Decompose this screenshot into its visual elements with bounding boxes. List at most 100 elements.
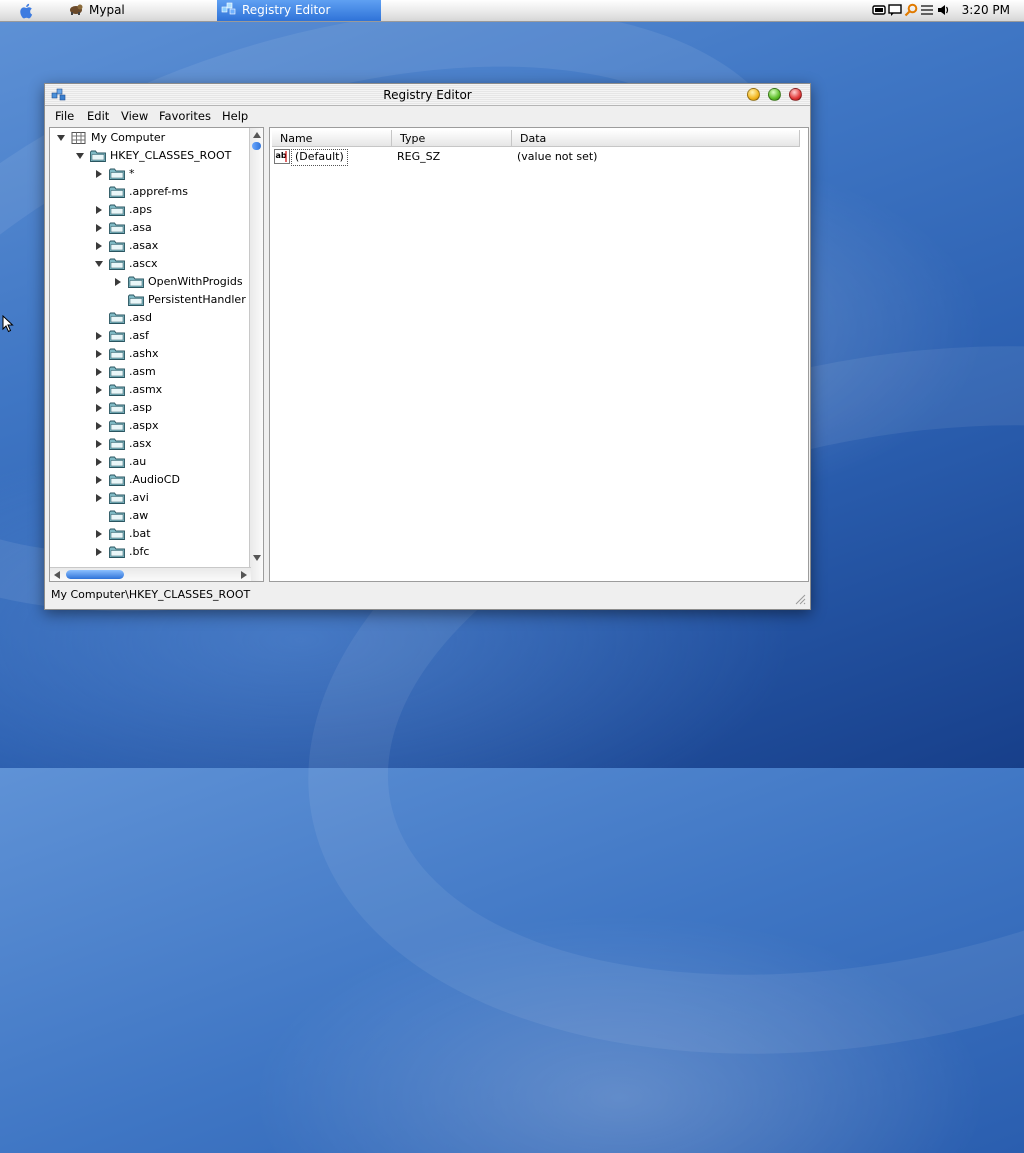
tree-item[interactable]: HKEY_CLASSES_ROOT: [50, 147, 250, 165]
tree-item[interactable]: .au: [50, 453, 250, 471]
tree-item[interactable]: .asp: [50, 399, 250, 417]
expand-arrow-right-icon[interactable]: [96, 386, 102, 394]
tree-item-label: .asa: [129, 221, 152, 234]
tree-item[interactable]: .asm: [50, 363, 250, 381]
tree-item[interactable]: .asd: [50, 309, 250, 327]
expand-arrow-right-icon[interactable]: [96, 332, 102, 340]
expand-arrow-right-icon[interactable]: [96, 368, 102, 376]
menu-view[interactable]: View: [121, 106, 148, 126]
search-key-icon[interactable]: [904, 3, 918, 17]
scroll-down-arrow-icon[interactable]: [253, 555, 261, 561]
tree-item[interactable]: My Computer: [50, 129, 250, 147]
tree-item[interactable]: .asf: [50, 327, 250, 345]
expand-arrow-right-icon[interactable]: [96, 224, 102, 232]
tree-item-label: .avi: [129, 491, 149, 504]
column-header-data[interactable]: Data: [512, 130, 800, 147]
tree-item[interactable]: *: [50, 165, 250, 183]
expand-arrow-right-icon[interactable]: [96, 422, 102, 430]
tree-item[interactable]: .aw: [50, 507, 250, 525]
resize-grip-icon[interactable]: [794, 593, 806, 605]
scrollbar-thumb[interactable]: [252, 142, 261, 150]
tree-item[interactable]: .asx: [50, 435, 250, 453]
tree-item[interactable]: .appref-ms: [50, 183, 250, 201]
expand-arrow-right-icon[interactable]: [96, 242, 102, 250]
expand-arrow-right-icon[interactable]: [96, 440, 102, 448]
menu-file[interactable]: File: [55, 106, 74, 126]
chat-icon[interactable]: [888, 3, 902, 17]
tree-item-label: .appref-ms: [129, 185, 188, 198]
title-bar[interactable]: Registry Editor: [45, 84, 810, 106]
taskbar-item-registry-editor[interactable]: Registry Editor: [217, 0, 381, 21]
column-header-type[interactable]: Type: [392, 130, 512, 147]
menu-edit[interactable]: Edit: [87, 106, 109, 126]
svg-text:ab: ab: [276, 151, 287, 160]
folder-icon: [109, 510, 125, 522]
tree-item[interactable]: .avi: [50, 489, 250, 507]
tree-item-label: .aspx: [129, 419, 159, 432]
zoom-button[interactable]: [768, 88, 781, 101]
scrollbar-thumb[interactable]: [66, 570, 124, 579]
menu-help[interactable]: Help: [222, 106, 248, 126]
expand-arrow-right-icon[interactable]: [96, 476, 102, 484]
system-tray: 3:20 PM: [864, 0, 1024, 21]
folder-icon: [109, 420, 125, 432]
column-header-name[interactable]: Name: [272, 130, 392, 147]
tree-item[interactable]: .asax: [50, 237, 250, 255]
expand-arrow-right-icon[interactable]: [96, 458, 102, 466]
folder-icon: [128, 294, 144, 306]
value-name[interactable]: (Default): [291, 149, 348, 166]
expand-arrow-right-icon[interactable]: [96, 350, 102, 358]
tree-item[interactable]: PersistentHandler: [50, 291, 250, 309]
folder-icon: [109, 240, 125, 252]
tree-item-label: .AudioCD: [129, 473, 180, 486]
folder-icon: [109, 528, 125, 540]
expand-arrow-right-icon[interactable]: [96, 530, 102, 538]
taskbar-item-mypal[interactable]: Mypal: [64, 0, 218, 21]
tree-item[interactable]: .asa: [50, 219, 250, 237]
tree-item[interactable]: .aspx: [50, 417, 250, 435]
folder-icon: [109, 456, 125, 468]
expand-arrow-down-icon[interactable]: [57, 135, 65, 141]
tree-item[interactable]: .AudioCD: [50, 471, 250, 489]
scroll-up-arrow-icon[interactable]: [253, 132, 261, 138]
scroll-right-arrow-icon[interactable]: [241, 571, 247, 579]
registry-editor-window: Registry Editor File Edit View Favorites…: [44, 83, 811, 610]
expand-arrow-right-icon[interactable]: [96, 404, 102, 412]
values-list[interactable]: Name Type Data ab (Default) REG_SZ (valu…: [269, 127, 809, 582]
folder-icon: [109, 222, 125, 234]
registry-tree[interactable]: My Computer HKEY_CLASSES_ROOT * .appref-ms.…: [49, 127, 264, 582]
computer-icon: [71, 132, 86, 144]
tree-item-label: PersistentHandler: [148, 293, 246, 306]
folder-icon: [109, 330, 125, 342]
tree-horizontal-scrollbar[interactable]: [50, 567, 251, 581]
expand-arrow-down-icon[interactable]: [95, 261, 103, 267]
tree-vertical-scrollbar[interactable]: [249, 128, 263, 581]
expand-arrow-right-icon[interactable]: [96, 494, 102, 502]
tree-item[interactable]: .aps: [50, 201, 250, 219]
expand-arrow-right-icon[interactable]: [115, 278, 121, 286]
folder-icon: [109, 258, 125, 270]
menu-favorites[interactable]: Favorites: [159, 106, 211, 126]
tree-item[interactable]: .ascx: [50, 255, 250, 273]
tree-item-label: .asd: [129, 311, 152, 324]
lines-icon[interactable]: [920, 3, 934, 17]
tree-item[interactable]: OpenWithProgids: [50, 273, 250, 291]
scroll-left-arrow-icon[interactable]: [54, 571, 60, 579]
expand-arrow-right-icon[interactable]: [96, 170, 102, 178]
expand-arrow-right-icon[interactable]: [96, 548, 102, 556]
folder-icon: [109, 474, 125, 486]
folder-icon: [109, 204, 125, 216]
folder-icon: [109, 384, 125, 396]
apple-menu-icon[interactable]: [18, 2, 36, 20]
speaker-icon[interactable]: [936, 3, 950, 17]
minimize-button[interactable]: [747, 88, 760, 101]
expand-arrow-right-icon[interactable]: [96, 206, 102, 214]
tree-item[interactable]: .ashx: [50, 345, 250, 363]
tree-item-label: .aw: [129, 509, 149, 522]
close-button[interactable]: [789, 88, 802, 101]
tree-item[interactable]: .bat: [50, 525, 250, 543]
monitor-icon[interactable]: [872, 3, 886, 17]
expand-arrow-down-icon[interactable]: [76, 153, 84, 159]
tree-item[interactable]: .asmx: [50, 381, 250, 399]
tree-item[interactable]: .bfc: [50, 543, 250, 561]
